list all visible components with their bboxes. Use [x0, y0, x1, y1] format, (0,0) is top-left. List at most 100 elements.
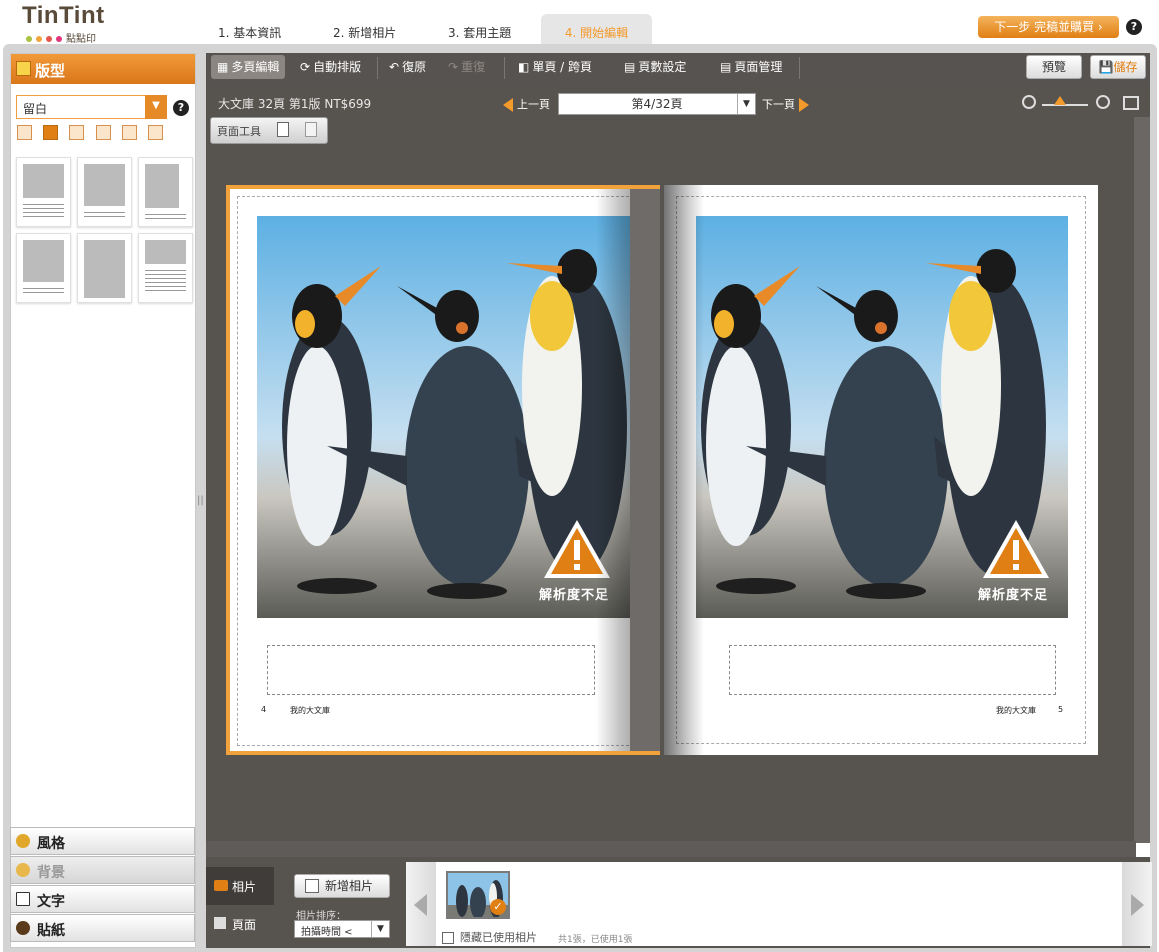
prev-page-button[interactable]: 上一頁: [503, 96, 550, 112]
layout-style-select[interactable]: 留白 ▼: [16, 95, 167, 119]
photo-sort-select[interactable]: 拍攝時間 < ▼: [294, 920, 390, 938]
accordion-text-label: 文字: [37, 894, 65, 910]
page-number: 5: [1058, 705, 1064, 714]
photo-usage-count: 共1張，已使用1張: [558, 935, 633, 945]
layout-icon: [16, 61, 31, 76]
multi-page-edit-button[interactable]: ▦ 多頁編輯: [211, 55, 286, 79]
save-button[interactable]: 💾儲存: [1090, 55, 1146, 79]
arrow-left-icon: [503, 98, 513, 112]
caption-text-box[interactable]: [729, 645, 1056, 695]
redo-button[interactable]: ↷ 重復: [442, 55, 491, 79]
spread-icon: ◧: [518, 60, 530, 74]
used-check-icon: ✓: [490, 899, 506, 915]
layout-thumbnail[interactable]: [77, 157, 132, 227]
step-apply-theme[interactable]: 3. 套用主題: [434, 14, 525, 46]
layout-filter-2-icon[interactable]: [43, 125, 58, 140]
panel-splitter-handle[interactable]: ||: [197, 495, 205, 515]
tintint-logo[interactable]: TinTint 點點印: [22, 2, 105, 45]
layout-filter-5-icon[interactable]: [122, 125, 137, 140]
vertical-scrollbar[interactable]: [1134, 117, 1150, 845]
tab-photos[interactable]: 相片: [206, 867, 274, 905]
editor-toolbar: ▦ 多頁編輯 ⟳ 自動排版 ↶ 復原 ↷ 重復 ◧ 單頁 / 跨頁 ▤ 頁數設定 ▤ 頁面管理…: [206, 53, 1150, 87]
layout-help-icon[interactable]: ?: [173, 100, 189, 116]
page-tools-bar: 頁面工具: [210, 117, 328, 144]
add-photo-button[interactable]: 新增相片: [294, 874, 390, 898]
smiley-icon: [16, 921, 30, 935]
layout-thumbnail[interactable]: [77, 233, 132, 303]
layout-panel-header[interactable]: 版型: [11, 54, 195, 84]
tab-pages[interactable]: 頁面: [206, 905, 274, 943]
next-page-button[interactable]: 下一頁: [762, 96, 809, 112]
arrow-left-icon: [414, 894, 427, 916]
arrow-right-icon: [799, 98, 809, 112]
horizontal-scrollbar[interactable]: [206, 841, 1136, 857]
single-spread-button[interactable]: ◧ 單頁 / 跨頁: [512, 55, 598, 79]
auto-layout-button[interactable]: ⟳ 自動排版: [294, 55, 367, 79]
page-caption: 我的大文庫: [996, 706, 1036, 715]
zoom-in-icon[interactable]: [1096, 95, 1110, 109]
low-resolution-warning-icon: [983, 520, 1049, 578]
page-edit-icon: ▤: [720, 60, 732, 74]
add-image-icon: [305, 879, 319, 893]
step-basic-info[interactable]: 1. 基本資訊: [204, 14, 295, 46]
layout-panel-title: 版型: [35, 62, 66, 80]
refresh-icon: ⟳: [300, 60, 311, 74]
photo-thumbnail[interactable]: ✓: [446, 871, 510, 919]
copy-page-icon[interactable]: [277, 122, 289, 137]
strip-next-button[interactable]: [1122, 862, 1152, 946]
page-tools-label: 頁面工具: [217, 125, 261, 138]
accordion-sticker-label: 貼紙: [37, 923, 65, 939]
strip-prev-button[interactable]: [406, 862, 436, 946]
accordion-background[interactable]: 背景: [10, 856, 195, 884]
layout-thumbnail[interactable]: [16, 157, 71, 227]
page-selector[interactable]: 第4/32頁 ▼: [558, 93, 756, 115]
hide-used-photos-checkbox[interactable]: 隱藏已使用相片: [442, 929, 537, 945]
layout-filter-6-icon[interactable]: [148, 125, 163, 140]
scroll-corner: [1136, 843, 1150, 857]
fit-screen-icon[interactable]: [1123, 96, 1139, 110]
accordion-sticker[interactable]: 貼紙: [10, 914, 195, 942]
caption-text-box[interactable]: [267, 645, 595, 695]
accordion-style[interactable]: 風格: [10, 827, 195, 855]
app-header: TinTint 點點印 1. 基本資訊 2. 新增相片 3. 套用主題 4. 開…: [0, 0, 1159, 46]
page-count-button[interactable]: ▤ 頁數設定: [618, 55, 692, 79]
next-step-checkout-button[interactable]: 下一步 完稿並購買 ›: [978, 16, 1119, 38]
preview-button[interactable]: 預覽: [1026, 55, 1082, 79]
help-icon[interactable]: ?: [1126, 19, 1142, 35]
left-page[interactable]: 解析度不足 4 我的大文庫: [226, 185, 660, 755]
pages-icon: [214, 917, 226, 929]
right-page[interactable]: 解析度不足 我的大文庫 5: [664, 185, 1098, 755]
layout-thumbnail[interactable]: [138, 233, 193, 303]
palette-icon: [16, 863, 30, 877]
zoom-out-icon[interactable]: [1022, 95, 1036, 109]
chevron-down-icon: ▼: [145, 95, 167, 119]
camera-icon: [214, 880, 228, 891]
chevron-down-icon: ▼: [371, 921, 389, 937]
page-number: 4: [261, 705, 267, 714]
step-start-edit[interactable]: 4. 開始編輯: [541, 14, 652, 46]
layout-style-value: 留白: [23, 102, 48, 116]
photo-frame[interactable]: 解析度不足: [696, 216, 1068, 618]
layout-filter-3-icon[interactable]: [69, 125, 84, 140]
star-icon: [16, 834, 30, 848]
accordion-text[interactable]: 文字: [10, 885, 195, 913]
layout-filter-1-icon[interactable]: [17, 125, 32, 140]
step-add-photos[interactable]: 2. 新增相片: [319, 14, 410, 46]
undo-icon: ↶: [389, 60, 400, 74]
logo-text: TinTint: [22, 2, 105, 29]
layout-thumbnail[interactable]: [16, 233, 71, 303]
grid-icon: ▦: [217, 60, 229, 74]
undo-button[interactable]: ↶ 復原: [383, 55, 432, 79]
arrow-right-icon: [1131, 894, 1144, 916]
book-info: 大文庫 32頁 第1版 NT$699: [218, 97, 372, 111]
low-resolution-warning: 解析度不足: [978, 588, 1049, 603]
zoom-slider-handle[interactable]: [1054, 96, 1066, 105]
editor-canvas: 大文庫 32頁 第1版 NT$699 上一頁 第4/32頁▼ 下一頁 頁面工具: [206, 87, 1150, 857]
paste-page-icon[interactable]: [305, 122, 317, 137]
redo-icon: ↷: [448, 60, 459, 74]
accordion-style-label: 風格: [37, 836, 65, 852]
page-manage-button[interactable]: ▤ 頁面管理: [714, 55, 788, 79]
layout-filter-4-icon[interactable]: [96, 125, 111, 140]
layout-thumbnail[interactable]: [138, 157, 193, 227]
page-caption: 我的大文庫: [290, 706, 330, 715]
